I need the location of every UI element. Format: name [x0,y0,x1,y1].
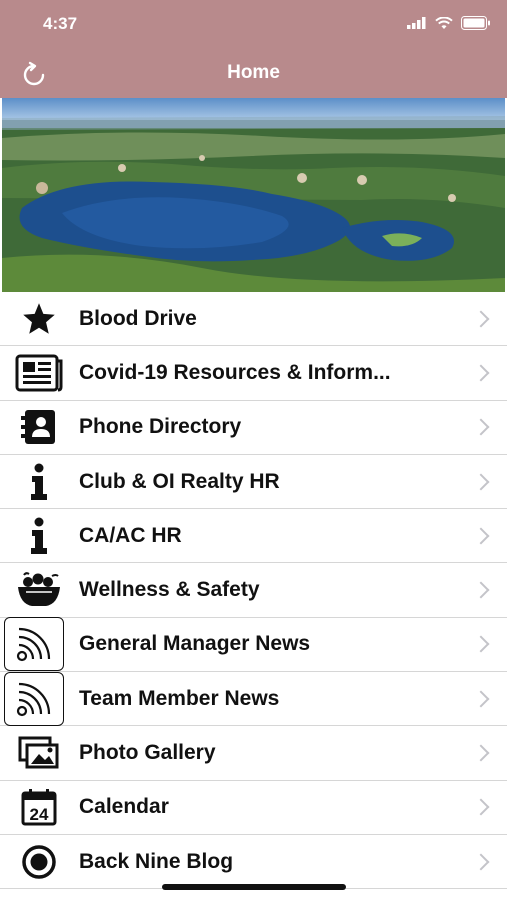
menu-item-label: Wellness & Safety [79,578,260,602]
menu-item-team-member-news[interactable]: Team Member News [0,671,507,727]
calendar-day: 24 [30,805,49,824]
chevron-right-icon [472,418,490,436]
menu-list: Blood Drive Covid-19 Resources & Inform.… [0,292,507,890]
menu-item-label: Team Member News [79,686,280,710]
menu-item-blood-drive[interactable]: Blood Drive [0,292,507,347]
star-icon [23,302,55,334]
menu-item-back-nine-blog[interactable]: Back Nine Blog [0,834,507,890]
chevron-right-icon [472,744,490,762]
menu-item-label: CA/AC HR [79,523,182,547]
rss-icon [16,628,51,662]
rss-icon-frame [4,671,64,726]
chevron-right-icon [472,690,490,708]
header-bar: 4:37 Home [0,0,507,98]
signal-icon [407,17,426,29]
menu-item-club-oi-realty-hr[interactable]: Club & OI Realty HR [0,454,507,510]
menu-item-label: General Manager News [79,632,311,656]
menu-item-photo-gallery[interactable]: Photo Gallery [0,726,507,781]
menu-item-ca-ac-hr[interactable]: CA/AC HR [0,509,507,564]
menu-item-wellness-safety[interactable]: Wellness & Safety [0,563,507,618]
menu-item-label: Phone Directory [79,415,242,439]
info-icon [31,517,47,554]
chevron-right-icon [472,581,490,599]
menu-item-label: Calendar [79,795,169,819]
menu-item-label: Covid-19 Resources & Inform... [79,360,391,384]
menu-item-label: Blood Drive [79,306,197,330]
home-indicator[interactable] [162,884,346,890]
menu-item-label: Back Nine Blog [79,849,234,873]
menu-item-calendar[interactable]: 24 Calendar [0,780,507,835]
record-icon [22,844,56,879]
menu-item-general-manager-news[interactable]: General Manager News [0,617,507,673]
fruit-basket-icon [18,572,60,607]
wifi-icon [435,16,453,29]
info-icon [31,463,47,500]
battery-icon [461,16,490,30]
aerial-golf-course-lake-image [2,98,505,292]
chevron-right-icon [472,798,490,816]
status-time: 4:37 [43,14,78,33]
rss-icon-frame [4,617,64,672]
newspaper-icon [15,354,63,392]
hero-image [2,98,505,292]
calendar-icon: 24 [21,789,57,826]
menu-item-label: Club & OI Realty HR [79,469,280,493]
menu-item-label: Photo Gallery [79,741,216,765]
contact-book-icon [21,410,55,445]
menu-item-phone-directory[interactable]: Phone Directory [0,400,507,455]
chevron-right-icon [472,635,490,653]
status-icons [407,16,491,30]
menu-item-covid-resources[interactable]: Covid-19 Resources & Inform... [0,346,507,401]
photo-gallery-icon [18,736,59,769]
page-title: Home [227,62,280,83]
chevron-right-icon [472,473,490,491]
chevron-right-icon [472,853,490,871]
chevron-right-icon [472,527,490,545]
rss-icon [16,682,51,716]
chevron-right-icon [472,364,490,382]
chevron-right-icon [472,310,490,328]
